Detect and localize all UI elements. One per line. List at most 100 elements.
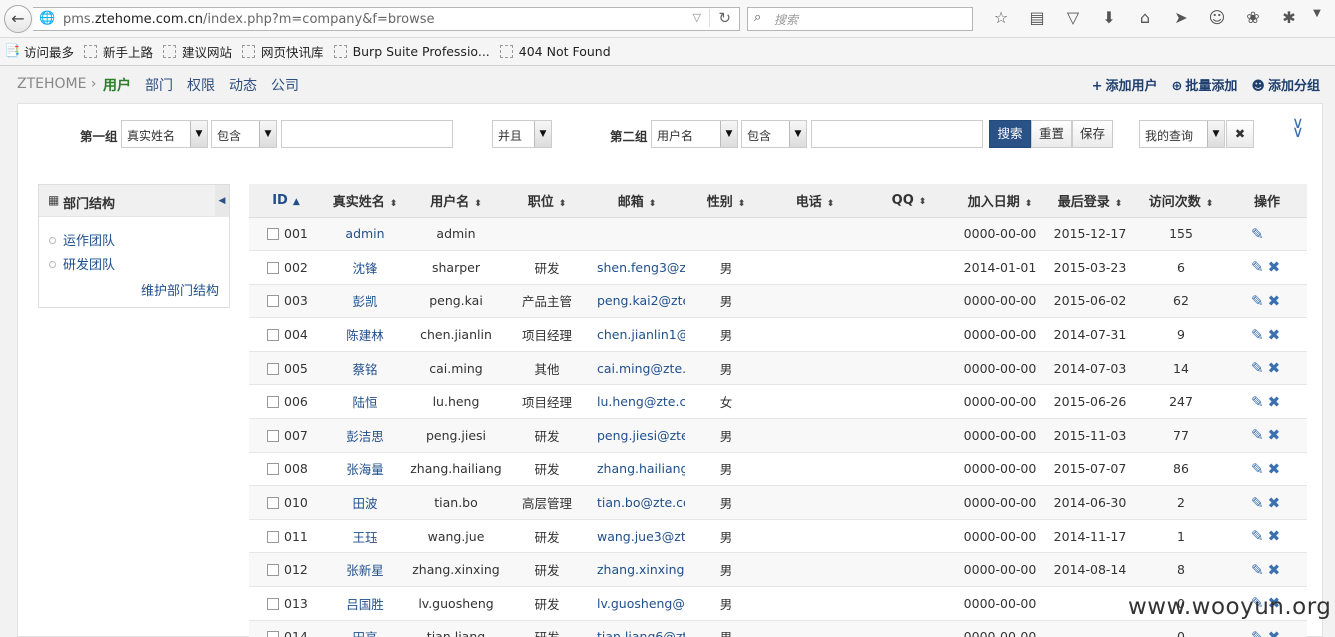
- download-icon[interactable]: ⬇: [1091, 8, 1127, 27]
- delete-icon[interactable]: ✖: [1268, 561, 1281, 579]
- nav-users[interactable]: 用户: [103, 75, 131, 95]
- group2-value-input[interactable]: [811, 120, 983, 148]
- delete-icon[interactable]: ✖: [1268, 527, 1281, 545]
- nav-activity[interactable]: 动态: [229, 75, 257, 95]
- delete-icon[interactable]: ✖: [1268, 494, 1281, 512]
- delete-icon[interactable]: ✖: [1268, 359, 1281, 377]
- edit-icon[interactable]: ✎: [1251, 225, 1264, 243]
- col-lastlogin[interactable]: 最后登录 ⬍: [1045, 184, 1135, 218]
- brand-link[interactable]: ZTEHOME: [17, 76, 86, 92]
- pocket-icon[interactable]: ▽: [1055, 8, 1091, 27]
- row-checkbox[interactable]: [267, 463, 279, 476]
- cell-email[interactable]: peng.jiesi@zte: [589, 418, 685, 453]
- reset-button[interactable]: 重置: [1031, 120, 1072, 148]
- nav-departments[interactable]: 部门: [145, 75, 173, 95]
- add-group-button[interactable]: ☻ 添加分组: [1251, 75, 1320, 94]
- edit-icon[interactable]: ✎: [1251, 292, 1264, 310]
- cell-email[interactable]: lu.heng@zte.co: [589, 384, 685, 420]
- nav-permissions[interactable]: 权限: [187, 75, 215, 95]
- add-user-button[interactable]: + 添加用户: [1092, 75, 1158, 94]
- tree-item-ops[interactable]: 运作团队: [49, 230, 115, 249]
- group1-operator-select[interactable]: 包含 ▼: [211, 120, 277, 148]
- tree-item-rd[interactable]: 研发团队: [49, 254, 115, 273]
- extension-icon[interactable]: ✱: [1271, 8, 1307, 27]
- col-gender[interactable]: 性别 ⬍: [685, 184, 767, 218]
- reload-icon[interactable]: ↻: [709, 9, 731, 27]
- cell-email[interactable]: wang.jue3@zte: [589, 519, 685, 554]
- maintain-dept-link[interactable]: 维护部门结构: [141, 280, 219, 299]
- bookmark-item[interactable]: 网页快讯库: [242, 42, 324, 61]
- cell-realname[interactable]: 张新星: [323, 552, 407, 588]
- cell-email[interactable]: cai.ming@zte.c: [589, 351, 685, 386]
- cell-email[interactable]: peng.kai2@zte: [589, 284, 685, 319]
- cell-realname[interactable]: 陈建林: [323, 317, 407, 352]
- delete-icon[interactable]: ✖: [1268, 326, 1281, 344]
- row-checkbox[interactable]: [267, 530, 279, 543]
- group1-field-select[interactable]: 真实姓名 ▼: [121, 120, 208, 148]
- group1-value-input[interactable]: [281, 120, 453, 148]
- clear-query-button[interactable]: ✖: [1226, 120, 1254, 148]
- row-checkbox[interactable]: [267, 295, 279, 308]
- home-icon[interactable]: ⌂: [1127, 8, 1163, 27]
- batch-add-button[interactable]: ⊕ 批量添加: [1172, 75, 1238, 94]
- cell-email[interactable]: zhang.xinxing@: [589, 552, 685, 588]
- row-checkbox[interactable]: [267, 597, 279, 610]
- col-username[interactable]: 用户名 ⬍: [407, 184, 505, 218]
- addon-icon[interactable]: ❀: [1235, 8, 1271, 27]
- browser-search-box[interactable]: ⌕ 搜索: [747, 7, 973, 31]
- cell-email[interactable]: zhang.hailiang1: [589, 452, 685, 487]
- cell-realname[interactable]: 彭凯: [323, 284, 407, 319]
- chat-icon[interactable]: ☺: [1199, 8, 1235, 27]
- row-checkbox[interactable]: [267, 362, 279, 375]
- bookmark-item[interactable]: Burp Suite Professio...: [333, 44, 490, 59]
- join-select[interactable]: 并且 ▼: [492, 120, 552, 148]
- col-visits[interactable]: 访问次数 ⬍: [1135, 184, 1227, 218]
- cell-email[interactable]: tian.bo@zte.co: [589, 485, 685, 520]
- bookmark-item[interactable]: 📑 访问最多: [4, 42, 74, 61]
- cell-email[interactable]: [589, 217, 685, 252]
- bookmark-item[interactable]: 建议网站: [163, 42, 232, 61]
- delete-icon[interactable]: ✖: [1268, 628, 1281, 637]
- edit-icon[interactable]: ✎: [1251, 494, 1264, 512]
- search-button[interactable]: 搜索: [989, 120, 1031, 148]
- cell-email[interactable]: chen.jianlin1@: [589, 317, 685, 352]
- row-checkbox[interactable]: [267, 261, 279, 274]
- col-email[interactable]: 邮箱 ⬍: [589, 184, 685, 218]
- cell-realname[interactable]: 陆恒: [323, 384, 407, 420]
- delete-icon[interactable]: ✖: [1268, 426, 1281, 444]
- row-checkbox[interactable]: [267, 228, 279, 241]
- send-icon[interactable]: ➤: [1163, 8, 1199, 27]
- delete-icon[interactable]: ✖: [1268, 460, 1281, 478]
- col-position[interactable]: 职位 ⬍: [505, 184, 589, 218]
- cell-realname[interactable]: 田亮: [323, 620, 407, 637]
- group2-field-select[interactable]: 用户名 ▼: [651, 120, 738, 148]
- cell-email[interactable]: lv.guosheng@z: [589, 586, 685, 621]
- bookmark-star-icon[interactable]: ☆: [983, 8, 1019, 27]
- row-checkbox[interactable]: [267, 631, 279, 637]
- cell-realname[interactable]: 彭洁思: [323, 418, 407, 453]
- cell-email[interactable]: shen.feng3@zt: [589, 250, 685, 285]
- cell-realname[interactable]: 张海量: [323, 452, 407, 487]
- row-checkbox[interactable]: [267, 564, 279, 577]
- edit-icon[interactable]: ✎: [1251, 258, 1264, 276]
- col-phone[interactable]: 电话 ⬍: [767, 184, 863, 218]
- edit-icon[interactable]: ✎: [1251, 393, 1264, 411]
- edit-icon[interactable]: ✎: [1251, 628, 1264, 637]
- cell-realname[interactable]: 蔡铭: [323, 351, 407, 386]
- col-id[interactable]: ID ▲: [249, 184, 323, 218]
- cell-email[interactable]: tian.liang6@zte: [589, 620, 685, 637]
- menu-dropdown-icon[interactable]: ▼: [1307, 8, 1327, 27]
- edit-icon[interactable]: ✎: [1251, 527, 1264, 545]
- col-realname[interactable]: 真实姓名 ⬍: [323, 184, 407, 218]
- nav-company[interactable]: 公司: [271, 75, 299, 95]
- col-qq[interactable]: QQ ⬍: [863, 184, 955, 218]
- edit-icon[interactable]: ✎: [1251, 359, 1264, 377]
- collapse-search-icon[interactable]: ∨ ∨: [1292, 115, 1304, 140]
- my-query-select[interactable]: 我的查询 ▼: [1139, 120, 1225, 148]
- delete-icon[interactable]: ✖: [1268, 292, 1281, 310]
- address-bar[interactable]: 🌐 pms.ztehome.com.cn/index.php?m=company…: [33, 7, 740, 31]
- cell-realname[interactable]: 田波: [323, 485, 407, 520]
- row-checkbox[interactable]: [267, 429, 279, 442]
- delete-icon[interactable]: ✖: [1268, 393, 1281, 411]
- cell-realname[interactable]: 沈锋: [323, 250, 407, 285]
